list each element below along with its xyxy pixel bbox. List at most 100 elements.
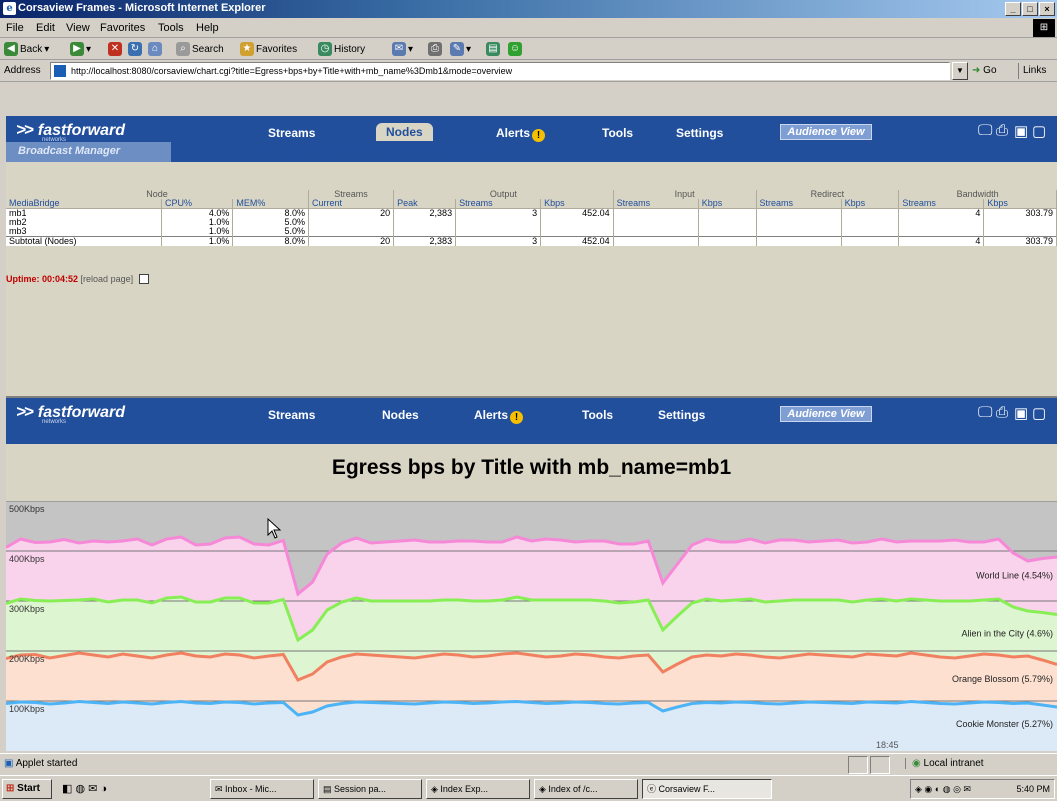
menu-view[interactable]: View [66, 22, 90, 34]
home-icon: ⌂ [148, 42, 162, 56]
maximize-button[interactable]: □ [1022, 2, 1038, 16]
table-cell[interactable]: mb2 [6, 218, 162, 227]
uptime-line: Uptime: 00:04:52 [reload page] [6, 274, 149, 284]
egress-area-chart[interactable]: 500Kbps 400Kbps 300Kbps 200Kbps 100Kbps World… [6, 501, 1057, 751]
menu-tools[interactable]: Tools [158, 22, 184, 34]
table-cell [455, 227, 542, 237]
menu-file[interactable]: File [6, 22, 24, 34]
table-cell: 3 [455, 236, 542, 246]
back-dropdown-icon: ▾ [44, 43, 50, 55]
print-button[interactable]: ⎙ [428, 41, 442, 57]
forward-button[interactable]: ▶ ▾ [70, 41, 91, 57]
table-cell [841, 208, 900, 218]
history-button[interactable]: ◷ History [318, 41, 365, 57]
tray-icons[interactable]: ◈ ◉ ◐ ◍ ◎ ✉ [915, 784, 971, 794]
back-button[interactable]: ◀ Back ▾ [4, 41, 49, 57]
stop-icon: ✕ [108, 42, 122, 56]
window-icon[interactable]: ▢ [1032, 122, 1046, 140]
menu-edit[interactable]: Edit [36, 22, 55, 34]
table-cell[interactable]: mb1 [6, 208, 162, 218]
window-titlebar[interactable]: e Corsaview Frames - Microsoft Internet … [0, 0, 1057, 18]
menu-favorites[interactable]: Favorites [100, 22, 145, 34]
table-row: mb1 4.0% 8.0% 20 2,383 3 452.04 4 303.79 [6, 208, 1057, 218]
nav-nodes[interactable]: Nodes [382, 408, 419, 422]
task-corsaview[interactable]: ⓔ Corsaview F... [642, 779, 772, 799]
task-inbox[interactable]: ✉ Inbox - Mic... [210, 779, 314, 799]
forward-dropdown-icon: ▾ [86, 43, 92, 55]
windows-logo-icon: ⊞ [1033, 19, 1055, 37]
fastforward-logo: >> fastforward networks [16, 120, 125, 143]
mail-button[interactable]: ✉ ▾ [392, 41, 413, 57]
series-label: Orange Blossom (5.79%) [952, 674, 1053, 684]
search-icon: ⌕ [176, 42, 190, 56]
table-cell [393, 218, 457, 227]
table-cell [841, 236, 900, 246]
table-cell [898, 218, 985, 227]
help-book-icon[interactable]: ▣ [1014, 122, 1028, 140]
history-icon: ◷ [318, 42, 332, 56]
address-bar: Address http://localhost:8080/corsaview/… [0, 60, 1057, 82]
home-button[interactable]: ⌂ [148, 41, 162, 57]
nav-alerts[interactable]: Alerts! [496, 126, 546, 142]
favorites-button[interactable]: ★ Favorites [240, 41, 297, 57]
edit-button[interactable]: ✎ ▾ [450, 41, 471, 57]
nav-settings[interactable]: Settings [676, 126, 723, 140]
address-dropdown-icon[interactable]: ▼ [952, 62, 968, 80]
monitor-icon[interactable]: 🖵 [978, 404, 992, 421]
minimize-button[interactable]: _ [1005, 2, 1021, 16]
group-header: Output [393, 190, 614, 199]
close-button[interactable]: × [1039, 2, 1055, 16]
status-segment [870, 756, 890, 774]
nav-nodes[interactable]: Nodes [376, 123, 433, 141]
stop-button[interactable]: ✕ [108, 41, 122, 57]
window-icon[interactable]: ▢ [1032, 404, 1046, 422]
links-button[interactable]: Links [1018, 63, 1057, 79]
discuss-icon: ▤ [486, 42, 500, 56]
nav-streams[interactable]: Streams [268, 126, 315, 140]
task-index-of[interactable]: ◈ Index of /c... [534, 779, 638, 799]
table-cell: 303.79 [983, 208, 1057, 218]
fastforward-arrows-icon: >> [16, 120, 34, 139]
nav-tools[interactable]: Tools [582, 408, 613, 422]
column-header: Streams [455, 199, 542, 209]
refresh-button[interactable]: ↻ [128, 41, 142, 57]
print-page-icon[interactable]: ⎙ [996, 404, 1008, 421]
y-tick-label: 400Kbps [9, 554, 45, 564]
menu-help[interactable]: Help [196, 22, 219, 34]
nav-streams[interactable]: Streams [268, 408, 315, 422]
nav-alerts[interactable]: Alerts! [474, 408, 524, 424]
chart-title: Egress bps by Title with mb_name=mb1 [331, 456, 732, 479]
back-arrow-icon: ◀ [4, 42, 18, 56]
start-button[interactable]: ⊞ Start [2, 779, 52, 799]
nodes-sublinks[interactable]: [View Node Performance Info] Diagnostics… [258, 146, 499, 157]
monitor-icon[interactable]: 🖵 [978, 122, 992, 139]
search-button[interactable]: ⌕ Search [176, 41, 224, 57]
go-button[interactable]: ➜ Go [972, 63, 1012, 79]
windows-flag-icon: ⊞ [6, 783, 15, 794]
clock[interactable]: 5:40 PM [1016, 780, 1050, 798]
messenger-button[interactable]: ☺ [508, 41, 522, 57]
table-cell [756, 227, 842, 237]
print-page-icon[interactable]: ⎙ [996, 122, 1008, 139]
discuss-button[interactable]: ▤ [486, 41, 500, 57]
help-book-icon[interactable]: ▣ [1014, 404, 1028, 422]
reload-page-link[interactable]: [reload page] [81, 274, 134, 284]
task-index-exp[interactable]: ◈ Index Exp... [426, 779, 530, 799]
nav-tools[interactable]: Tools [602, 126, 633, 140]
table-summary-row: Subtotal (Nodes) 1.0% 8.0% 20 2,383 3 452.04 4 3… [6, 236, 1057, 246]
audience-view-button[interactable]: Audience View [780, 406, 872, 422]
uptime-label: Uptime: 00:04:52 [6, 274, 79, 284]
node-stats-table: Node Streams Output Input Redirect Bandw… [6, 190, 1057, 246]
auto-reload-checkbox[interactable] [138, 274, 149, 284]
system-tray: ◈ ◉ ◐ ◍ ◎ ✉ 5:40 PM [910, 779, 1055, 799]
nav-settings[interactable]: Settings [658, 408, 705, 422]
table-cell: 2,383 [393, 236, 457, 246]
audience-view-button[interactable]: Audience View [780, 124, 872, 140]
address-input[interactable]: http://localhost:8080/corsaview/chart.cg… [50, 62, 950, 80]
table-cell[interactable]: Subtotal (Nodes) [6, 236, 162, 246]
table-cell [841, 227, 900, 237]
task-session[interactable]: ▤ Session pa... [318, 779, 422, 799]
table-cell [698, 218, 757, 227]
x-tick-label: 18:45 [876, 740, 899, 750]
quick-launch-icons[interactable]: ◧ ◍ ✉ ◑ [62, 782, 107, 795]
